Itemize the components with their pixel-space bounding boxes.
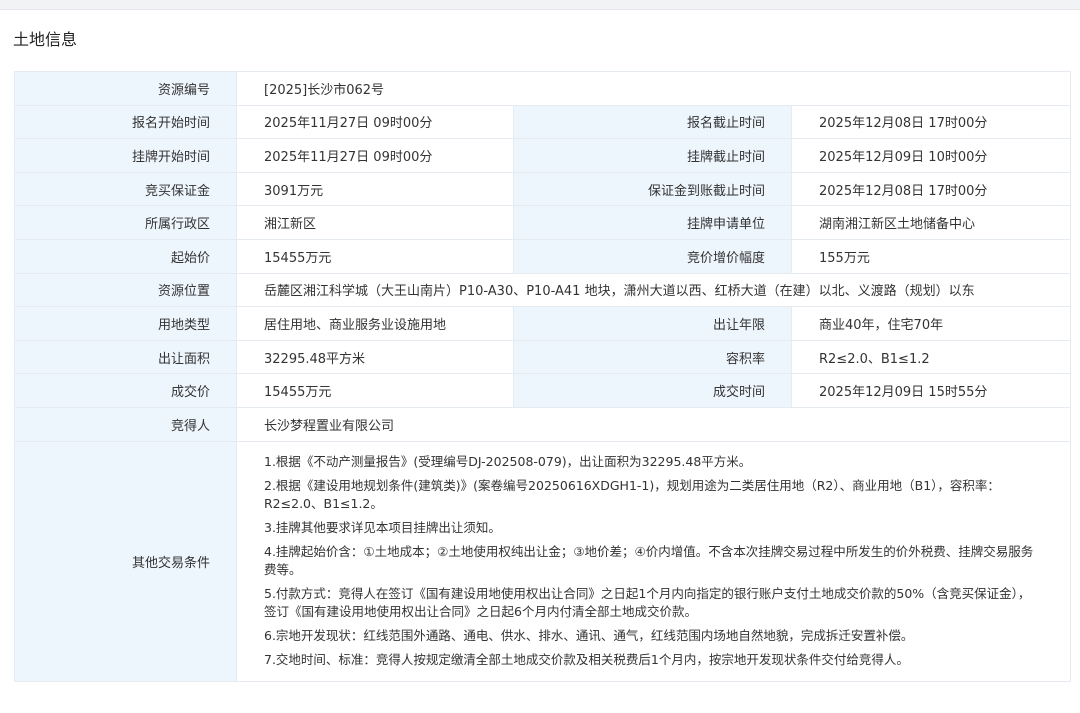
start-price-label: 起始价 bbox=[14, 238, 237, 274]
list-item: 2.根据《建设用地规划条件(建筑类)》(案卷编号20250616XDGH1-1)… bbox=[264, 477, 1000, 511]
signup-start-value: 2025年11月27日 09时00分 bbox=[236, 104, 514, 140]
listing-start-value: 2025年11月27日 09时00分 bbox=[236, 138, 514, 173]
deal-price-value: 15455万元 bbox=[236, 373, 514, 408]
winner-label: 竞得人 bbox=[14, 406, 237, 442]
land-use-label: 用地类型 bbox=[14, 306, 237, 341]
term-value: 商业40年，住宅70年 bbox=[790, 306, 1072, 341]
table-row: 出让面积 32295.48平方米 容积率 R2≤2.0、B1≤1.2 bbox=[14, 339, 1072, 375]
list-item: 1.根据《不动产测量报告》(受理编号DJ-202508-079)，出让面积为32… bbox=[264, 453, 752, 469]
deposit-deadline-label: 保证金到账截止时间 bbox=[513, 171, 792, 207]
list-item: 5.付款方式：竞得人在签订《国有建设用地使用权出让合同》之日起1个月内向指定的银… bbox=[264, 585, 1031, 619]
area-label: 出让面积 bbox=[14, 339, 237, 375]
winner-value: 长沙梦程置业有限公司 bbox=[235, 406, 1072, 442]
list-item: 7.交地时间、标准：竞得人按规定缴清全部土地成交价款及相关税费后1个月内，按宗地… bbox=[264, 651, 909, 667]
other-conditions-cell: 1.根据《不动产测量报告》(受理编号DJ-202508-079)，出让面积为32… bbox=[235, 440, 1072, 682]
bid-increment-label: 竞价增价幅度 bbox=[513, 238, 792, 274]
district-label: 所属行政区 bbox=[14, 205, 237, 240]
signup-end-label: 报名截止时间 bbox=[513, 104, 792, 140]
table-row: 资源编号 [2025]长沙市062号 bbox=[14, 71, 1072, 106]
table-row: 竞买保证金 3091万元 保证金到账截止时间 2025年12月08日 17时00… bbox=[14, 171, 1072, 207]
location-value: 岳麓区湘江科学城（大王山南片）P10-A30、P10-A41 地块，潇州大道以西… bbox=[235, 272, 1072, 308]
table-row: 资源位置 岳麓区湘江科学城（大王山南片）P10-A30、P10-A41 地块，潇… bbox=[14, 272, 1072, 308]
list-item: 6.宗地开发现状：红线范围外通路、通电、供水、排水、通讯、通气，红线范围内场地自… bbox=[264, 627, 914, 643]
top-bar bbox=[0, 0, 1080, 10]
far-value: R2≤2.0、B1≤1.2 bbox=[790, 339, 1072, 375]
land-use-value: 居住用地、商业服务业设施用地 bbox=[236, 306, 514, 341]
deposit-label: 竞买保证金 bbox=[14, 171, 237, 207]
table-row: 竞得人 长沙梦程置业有限公司 bbox=[14, 406, 1072, 442]
deal-time-label: 成交时间 bbox=[513, 373, 792, 408]
signup-start-label: 报名开始时间 bbox=[14, 104, 237, 140]
table-row: 其他交易条件 1.根据《不动产测量报告》(受理编号DJ-202508-079)，… bbox=[14, 440, 1072, 682]
bid-increment-value: 155万元 bbox=[790, 238, 1072, 274]
listing-end-label: 挂牌截止时间 bbox=[513, 138, 792, 173]
deal-price-label: 成交价 bbox=[14, 373, 237, 408]
start-price-value: 15455万元 bbox=[236, 238, 514, 274]
table-row: 挂牌开始时间 2025年11月27日 09时00分 挂牌截止时间 2025年12… bbox=[14, 138, 1072, 173]
location-label: 资源位置 bbox=[14, 272, 237, 308]
table-row: 所属行政区 湘江新区 挂牌申请单位 湖南湘江新区土地储备中心 bbox=[14, 205, 1072, 240]
table-row: 起始价 15455万元 竞价增价幅度 155万元 bbox=[14, 238, 1072, 274]
list-item: 3.挂牌其他要求详见本项目挂牌出让须知。 bbox=[264, 519, 501, 535]
applicant-unit-label: 挂牌申请单位 bbox=[513, 205, 792, 240]
deal-time-value: 2025年12月09日 15时55分 bbox=[790, 373, 1072, 408]
listing-start-label: 挂牌开始时间 bbox=[14, 138, 237, 173]
land-info-table: 资源编号 [2025]长沙市062号 报名开始时间 2025年11月27日 09… bbox=[14, 71, 1072, 682]
table-row: 报名开始时间 2025年11月27日 09时00分 报名截止时间 2025年12… bbox=[14, 104, 1072, 140]
table-row: 成交价 15455万元 成交时间 2025年12月09日 15时55分 bbox=[14, 373, 1072, 408]
deposit-deadline-value: 2025年12月08日 17时00分 bbox=[790, 171, 1072, 207]
other-conditions-label: 其他交易条件 bbox=[14, 440, 237, 682]
list-item: 4.挂牌起始价含：①土地成本；②土地使用权纯出让金；③地价差；④价内增值。不含本… bbox=[264, 543, 1034, 577]
table-row: 用地类型 居住用地、商业服务业设施用地 出让年限 商业40年，住宅70年 bbox=[14, 306, 1072, 341]
resource-no-value: [2025]长沙市062号 bbox=[235, 71, 1072, 106]
signup-end-value: 2025年12月08日 17时00分 bbox=[790, 104, 1072, 140]
far-label: 容积率 bbox=[513, 339, 792, 375]
term-label: 出让年限 bbox=[513, 306, 792, 341]
area-value: 32295.48平方米 bbox=[236, 339, 514, 375]
deposit-value: 3091万元 bbox=[236, 171, 514, 207]
applicant-unit-value: 湖南湘江新区土地储备中心 bbox=[790, 205, 1072, 240]
listing-end-value: 2025年12月09日 10时00分 bbox=[790, 138, 1072, 173]
other-conditions-list: 1.根据《不动产测量报告》(受理编号DJ-202508-079)，出让面积为32… bbox=[264, 453, 1036, 669]
district-value: 湘江新区 bbox=[236, 205, 514, 240]
section-title: 土地信息 bbox=[13, 30, 78, 49]
resource-no-label: 资源编号 bbox=[14, 71, 237, 106]
